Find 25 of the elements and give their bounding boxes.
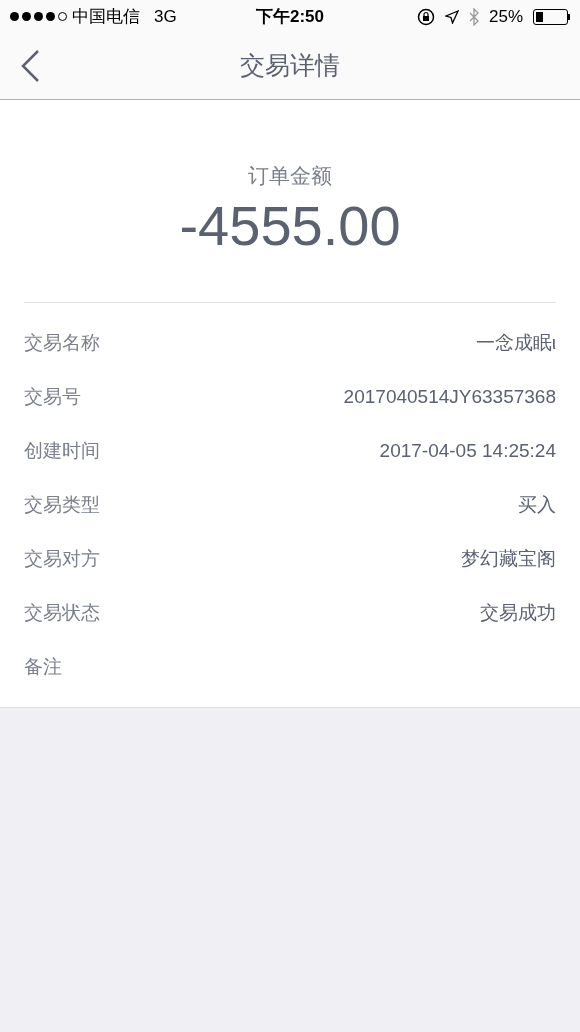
- page-title: 交易详情: [240, 50, 340, 82]
- rotation-lock-icon: [416, 7, 435, 26]
- clock-time: 下午2:50: [256, 5, 324, 28]
- detail-value: 一念成眠ι: [475, 331, 556, 356]
- battery-icon: [533, 8, 570, 25]
- detail-value: 交易成功: [480, 601, 556, 626]
- detail-label: 创建时间: [24, 439, 100, 464]
- amount-label: 订单金额: [248, 163, 332, 189]
- detail-value: 2017-04-05 14:25:24: [379, 439, 556, 464]
- detail-label: 备注: [24, 655, 62, 680]
- detail-value: 买入: [518, 493, 556, 518]
- network-type: 3G: [154, 5, 177, 28]
- battery-percent: 25%: [488, 5, 523, 28]
- detail-label: 交易类型: [24, 493, 100, 518]
- bluetooth-icon: [468, 7, 479, 26]
- carrier-name: 中国电信: [72, 5, 140, 28]
- detail-label: 交易号: [24, 385, 81, 410]
- detail-value: 梦幻藏宝阁: [461, 547, 556, 572]
- detail-label: 交易名称: [24, 331, 100, 356]
- location-icon: [444, 9, 459, 24]
- back-button[interactable]: [20, 49, 40, 83]
- detail-value: 2017040514JY63357368: [343, 385, 556, 410]
- amount-value: -4555.00: [179, 193, 401, 258]
- detail-label: 交易对方: [24, 547, 100, 572]
- detail-label: 交易状态: [24, 601, 100, 626]
